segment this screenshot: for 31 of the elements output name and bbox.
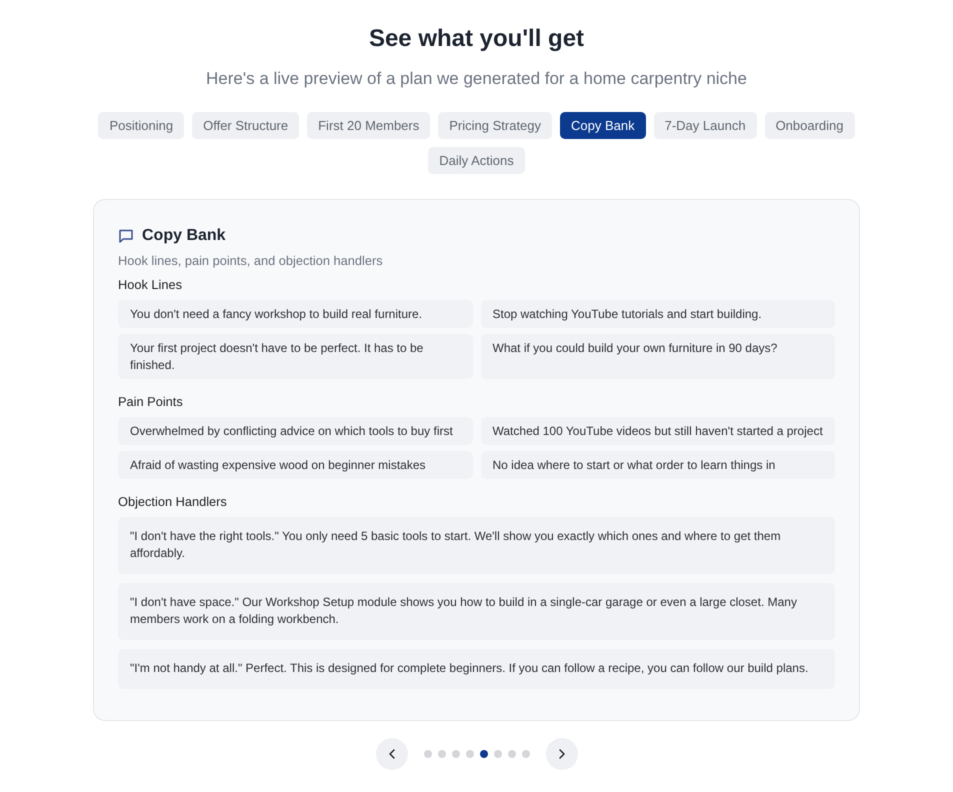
panel-subtitle: Hook lines, pain points, and objection handlers bbox=[118, 252, 384, 270]
section-tab[interactable]: Copy Bank bbox=[560, 112, 646, 139]
objection-handler: "I don't have the right tools." You only need 5 basic tools to start. We'll show you exactly which ones and where to get them affordably. bbox=[118, 517, 835, 574]
page-dot[interactable] bbox=[466, 750, 474, 758]
page-dot[interactable] bbox=[522, 750, 530, 758]
next-button[interactable] bbox=[546, 738, 578, 770]
previous-button[interactable] bbox=[376, 738, 408, 770]
section-heading: Hook Lines bbox=[118, 276, 184, 294]
page-dot[interactable] bbox=[508, 750, 516, 758]
page-dot[interactable] bbox=[494, 750, 502, 758]
section-heading: Objection Handlers bbox=[118, 493, 228, 511]
page-subtitle: Here's a live preview of a plan we generated for a home carpentry niche bbox=[205, 68, 748, 90]
section-tab[interactable]: 7-Day Launch bbox=[654, 112, 757, 139]
panel-title: Copy Bank bbox=[142, 226, 226, 246]
section-tab[interactable]: First 20 Members bbox=[307, 112, 430, 139]
chevron-left-icon bbox=[388, 749, 394, 759]
page-dot[interactable] bbox=[452, 750, 460, 758]
section-tab[interactable]: Offer Structure bbox=[192, 112, 300, 139]
page-dot[interactable] bbox=[424, 750, 432, 758]
page-dot[interactable] bbox=[438, 750, 446, 758]
section-tab[interactable]: Positioning bbox=[98, 112, 184, 139]
section-tab[interactable]: Daily Actions bbox=[428, 147, 525, 174]
page-dot[interactable] bbox=[480, 750, 488, 758]
objection-handler: "I'm not handy at all." Perfect. This is designed for complete beginners. If you can follow a recipe, you can follow our build plans. bbox=[118, 649, 835, 689]
page-title: See what you'll get bbox=[368, 24, 586, 54]
objection-handler: "I don't have space." Our Workshop Setup module shows you how to build in a single-car garage or even a large closet. Many members work on a folding workbench. bbox=[118, 583, 835, 640]
section-tab[interactable]: Onboarding bbox=[764, 112, 855, 139]
chevron-right-icon bbox=[558, 749, 564, 759]
section-heading: Pain Points bbox=[118, 393, 184, 411]
chat-bubble-icon bbox=[118, 228, 134, 244]
section-tab[interactable]: Pricing Strategy bbox=[438, 112, 552, 139]
